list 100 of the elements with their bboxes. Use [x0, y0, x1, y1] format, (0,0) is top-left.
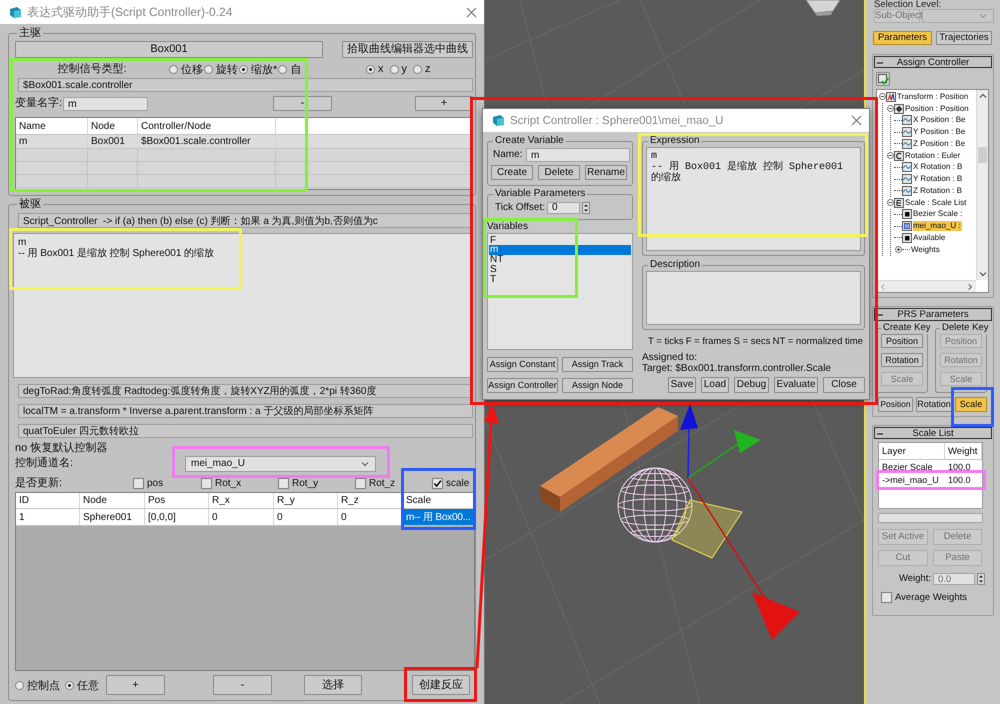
- column-header[interactable]: Pos: [145, 493, 209, 508]
- debug-button[interactable]: Debug: [734, 376, 769, 393]
- collapse-icon[interactable]: [886, 152, 894, 160]
- mode-button[interactable]: Position: [878, 397, 913, 412]
- signal-type-option[interactable]: 位移: [169, 62, 203, 76]
- panel-tab[interactable]: Trajectories: [936, 31, 992, 45]
- table-row[interactable]: 1 Sphere001 [0,0,0] 0 0 0 m-- 用 Box00...: [16, 509, 474, 526]
- variable-item[interactable]: NT: [489, 255, 631, 265]
- rollout-header[interactable]: PRS Parameters: [874, 308, 992, 321]
- create-button[interactable]: Create: [491, 165, 533, 180]
- horizontal-scrollbar[interactable]: [877, 280, 976, 292]
- column-header[interactable]: Scale: [402, 493, 474, 508]
- signal-type-option[interactable]: 旋转: [204, 62, 238, 76]
- remove-button[interactable]: -: [213, 675, 272, 695]
- add-button[interactable]: +: [415, 96, 473, 111]
- node-button[interactable]: Box001: [15, 41, 323, 58]
- column-header[interactable]: R_z: [338, 493, 402, 508]
- column-header[interactable]: R_y: [274, 493, 338, 508]
- close-button[interactable]: Close: [823, 376, 865, 393]
- column-header[interactable]: Weight: [945, 443, 982, 459]
- tree-item[interactable]: Bezier Scale :: [913, 209, 964, 220]
- tree-item[interactable]: Transform : Position: [897, 92, 970, 102]
- tree-item[interactable]: Scale : Scale List: [905, 198, 968, 208]
- column-header[interactable]: ID: [16, 493, 80, 508]
- column-header[interactable]: Node: [80, 493, 145, 508]
- evaluate-button[interactable]: Evaluate: [774, 376, 818, 393]
- tree-item[interactable]: Position : Position: [905, 104, 970, 114]
- scrollbar-thumb[interactable]: [978, 147, 987, 163]
- tree-item[interactable]: Rotation : Euler: [905, 150, 962, 161]
- tick-offset-input[interactable]: 0: [547, 202, 580, 214]
- update-checkbox[interactable]: Rot_z: [355, 476, 432, 490]
- tree-item[interactable]: Z Position : Be: [913, 138, 966, 149]
- update-checkbox[interactable]: Rot_y: [278, 476, 355, 490]
- rollout-header[interactable]: Scale List: [874, 427, 992, 439]
- signal-type-option[interactable]: 缩放*: [239, 62, 278, 76]
- tree-item[interactable]: Available: [913, 232, 946, 243]
- key-button[interactable]: Rotation: [881, 353, 923, 367]
- tree-item[interactable]: Weights: [911, 244, 941, 255]
- signal-type-option[interactable]: 自: [278, 62, 302, 76]
- variable-item[interactable]: S: [489, 264, 631, 275]
- pick-curve-button[interactable]: 拾取曲线编辑器选中曲线: [342, 41, 473, 58]
- table-cell[interactable]: 0: [274, 509, 338, 525]
- key-button[interactable]: Position: [881, 334, 923, 348]
- axis-option[interactable]: x: [366, 62, 384, 76]
- rename-button[interactable]: Rename: [585, 165, 627, 180]
- table-cell[interactable]: 0: [338, 509, 402, 525]
- variable-item[interactable]: m: [489, 245, 631, 256]
- tree-item[interactable]: mei_mao_U :: [913, 221, 962, 232]
- tree-item[interactable]: Z Rotation : B: [913, 186, 963, 196]
- point-mode-option[interactable]: 控制点: [15, 678, 60, 692]
- tree-item[interactable]: Y Position : Be: [913, 127, 966, 138]
- expression-field[interactable]: m -- 用 Box001 是缩放 控制 Sphere001 的缩放: [13, 233, 473, 378]
- expand-icon[interactable]: [894, 246, 902, 254]
- average-weights-checkbox[interactable]: Average Weights: [881, 590, 967, 604]
- add-button[interactable]: +: [106, 675, 165, 695]
- table-cell[interactable]: m-- 用 Box00...: [402, 509, 474, 525]
- table-cell[interactable]: Sphere001: [80, 509, 145, 525]
- delete-button[interactable]: Delete: [538, 165, 580, 180]
- create-reaction-button[interactable]: 创建反应: [412, 675, 470, 695]
- update-checkbox[interactable]: Rot_x: [201, 476, 278, 490]
- load-button[interactable]: Load: [701, 376, 729, 393]
- variable-name-input[interactable]: m: [526, 148, 630, 162]
- layer-name-field[interactable]: [878, 513, 983, 523]
- expression-field[interactable]: m -- 用 Box001 是缩放 控制 Sphere001 的缩放: [646, 147, 861, 251]
- column-header[interactable]: Name: [16, 118, 88, 134]
- axis-option[interactable]: z: [413, 62, 430, 76]
- panel-tab[interactable]: Parameters: [873, 31, 932, 45]
- column-header[interactable]: Layer: [879, 443, 945, 459]
- update-checkbox[interactable]: scale: [432, 476, 470, 490]
- collapse-icon[interactable]: [877, 60, 883, 66]
- assign-controller-button[interactable]: [876, 72, 890, 86]
- axis-option[interactable]: y: [390, 62, 407, 76]
- update-checkbox[interactable]: pos: [133, 476, 201, 490]
- assign-constant-button[interactable]: Assign Constant: [487, 356, 558, 372]
- column-header[interactable]: R_x: [209, 493, 274, 508]
- table-row[interactable]: m Box001 $Box001.scale.controller: [16, 135, 472, 149]
- mode-button[interactable]: Rotation: [916, 397, 952, 412]
- mode-button[interactable]: Scale: [955, 397, 987, 412]
- column-header[interactable]: Controller/Node: [138, 118, 276, 134]
- collapse-icon[interactable]: [878, 93, 886, 100]
- collapse-icon[interactable]: [886, 199, 894, 206]
- tree-item[interactable]: X Position : Be: [913, 115, 966, 126]
- vertical-scrollbar[interactable]: [976, 90, 988, 280]
- rollout-header[interactable]: Assign Controller: [874, 56, 992, 68]
- column-header[interactable]: Node: [88, 118, 138, 134]
- variable-name-input[interactable]: m: [63, 96, 148, 110]
- controller-path-field[interactable]: $Box001.scale.controller: [18, 78, 473, 92]
- select-button[interactable]: 选择: [304, 675, 362, 695]
- table-cell[interactable]: 0: [209, 509, 274, 525]
- assign-track-button[interactable]: Assign Track: [562, 356, 633, 372]
- tree-item[interactable]: X Rotation : B: [913, 162, 964, 172]
- channel-dropdown[interactable]: mei_mao_U: [185, 456, 376, 472]
- variable-item[interactable]: F: [489, 236, 631, 246]
- point-mode-option[interactable]: 任意: [65, 678, 99, 692]
- collapse-icon[interactable]: [877, 430, 883, 436]
- assign-node-button[interactable]: Assign Node: [562, 378, 633, 392]
- remove-button[interactable]: -: [273, 96, 332, 111]
- table-cell[interactable]: 1: [16, 509, 80, 525]
- collapse-icon[interactable]: [877, 312, 883, 318]
- variable-item[interactable]: T: [489, 274, 631, 284]
